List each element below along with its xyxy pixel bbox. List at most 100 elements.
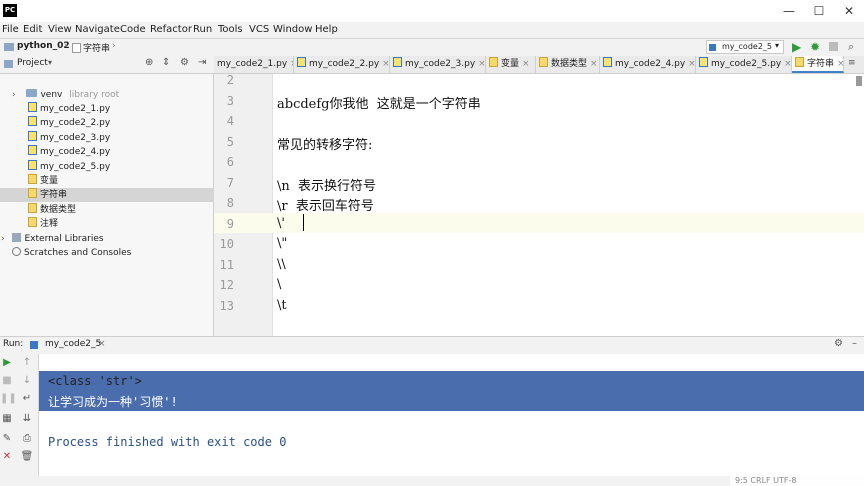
project-panel-title[interactable]: Project: [17, 58, 48, 68]
project-tree: › venv library root my_code2_1.py my_cod…: [0, 74, 241, 336]
menu-run[interactable]: Run: [193, 22, 212, 38]
tab-overflow-icon[interactable]: ≡: [848, 58, 856, 68]
tab-my-code2-2[interactable]: my_code2_2.py ×: [294, 56, 390, 73]
gear-icon[interactable]: ⚙: [180, 57, 189, 68]
tree-item-file[interactable]: 变量: [0, 174, 241, 188]
menu-file[interactable]: File: [2, 22, 19, 38]
chevron-right-icon: ›: [12, 90, 16, 100]
project-panel-header: Project ▾ ⊕ ⇕ ⚙ ⇥: [0, 56, 214, 74]
pause-icon[interactable]: ❚❚: [0, 392, 17, 406]
debug-icon[interactable]: ✹: [810, 40, 820, 54]
file-icon: [28, 174, 37, 184]
tree-item-file[interactable]: my_code2_5.py: [0, 160, 241, 174]
menu-vcs[interactable]: VCS: [249, 22, 269, 38]
gear-icon[interactable]: ⚙: [834, 338, 843, 349]
close-icon[interactable]: ×: [784, 59, 791, 69]
line-number: 7: [226, 176, 234, 190]
code-line[interactable]: 常见的转移字符:: [277, 134, 372, 153]
tree-item-file[interactable]: 注释: [0, 217, 241, 231]
menu-view[interactable]: View: [48, 22, 72, 38]
collapse-icon[interactable]: ⇕: [162, 57, 170, 68]
python-file-icon: [393, 57, 402, 67]
close-icon[interactable]: ×: [98, 339, 106, 349]
tab-my-code2-5[interactable]: my_code2_5.py ×: [696, 56, 792, 73]
arrow-up-icon[interactable]: ↑: [20, 356, 34, 370]
code-line[interactable]: \: [277, 277, 281, 292]
tree-item-file[interactable]: my_code2_3.py: [0, 131, 241, 145]
tab-my-code2-1[interactable]: my_code2_1.py×: [214, 56, 294, 73]
file-icon: [28, 188, 37, 198]
menu-window[interactable]: Window: [273, 22, 312, 38]
close-icon[interactable]: ×: [837, 59, 843, 69]
arrow-down-icon[interactable]: ↓: [20, 374, 34, 388]
code-line[interactable]: abcdefg你我他 这就是一个字符串: [277, 93, 481, 112]
close-icon[interactable]: ×: [522, 59, 530, 69]
close-icon[interactable]: ✕: [0, 450, 14, 464]
menu-help[interactable]: Help: [315, 22, 338, 38]
scroll-end-icon[interactable]: ⇊: [20, 412, 34, 426]
maximize-button[interactable]: ☐: [804, 2, 834, 20]
breadcrumb-file[interactable]: 字符串: [83, 41, 110, 54]
menu-code[interactable]: Code: [120, 22, 146, 38]
code-line[interactable]: \": [277, 236, 287, 251]
tab-strings[interactable]: 字符串 ×: [792, 56, 844, 73]
navigation-bar: python_02 › 字符串 › my_code2_5 ▾ ▶ ✹ ⌕: [0, 38, 864, 57]
breadcrumb-project[interactable]: python_02: [17, 41, 70, 51]
stop-icon[interactable]: [829, 42, 838, 51]
python-file-icon: [297, 57, 306, 67]
breadcrumb-separator-icon: ›: [64, 41, 68, 51]
tab-data-types[interactable]: 数据类型 ×: [536, 56, 600, 73]
tree-item-file-selected[interactable]: 字符串: [0, 188, 241, 202]
scrollbar-marker[interactable]: [856, 76, 862, 86]
tree-item-venv[interactable]: › venv library root: [0, 88, 213, 102]
close-icon[interactable]: ×: [590, 59, 598, 69]
menu-navigate[interactable]: Navigate: [75, 22, 120, 38]
code-line[interactable]: \': [277, 216, 285, 231]
search-icon[interactable]: ⌕: [848, 40, 854, 54]
run-tab-label[interactable]: my_code2_5: [45, 339, 101, 349]
tree-item-external-libraries[interactable]: › External Libraries: [0, 232, 213, 246]
tab-label: my_code2_5.py: [711, 59, 782, 69]
tree-item-file[interactable]: my_code2_2.py: [0, 116, 241, 130]
close-icon[interactable]: ×: [382, 59, 389, 69]
close-button[interactable]: ✕: [834, 2, 864, 20]
locate-icon[interactable]: ⊕: [145, 57, 153, 68]
tab-my-code2-3[interactable]: my_code2_3.py ×: [390, 56, 486, 73]
pin-icon[interactable]: ✎: [0, 432, 14, 446]
tree-item-label: my_code2_1.py: [40, 104, 111, 114]
rerun-icon[interactable]: ▶: [0, 356, 14, 370]
close-icon[interactable]: ×: [478, 59, 485, 69]
code-line[interactable]: \r 表示回车符号: [277, 195, 374, 214]
tree-item-label: venv: [40, 90, 63, 100]
chevron-down-icon[interactable]: ▾: [48, 58, 52, 67]
run-config-selector[interactable]: my_code2_5 ▾: [706, 40, 784, 54]
file-icon: [28, 217, 37, 227]
console-text: <class 'str'>: [48, 374, 142, 388]
tab-my-code2-4[interactable]: my_code2_4.py ×: [600, 56, 696, 73]
stop-icon[interactable]: ■: [0, 374, 14, 388]
tree-item-scratches[interactable]: Scratches and Consoles: [0, 246, 213, 260]
code-line[interactable]: \t: [277, 298, 287, 313]
tree-item-file[interactable]: 数据类型: [0, 203, 241, 217]
soft-wrap-icon[interactable]: ↵: [20, 392, 34, 406]
tree-item-file[interactable]: my_code2_1.py: [0, 102, 241, 116]
print-icon[interactable]: ⎙: [20, 432, 34, 446]
code-line[interactable]: \n 表示换行符号: [277, 175, 376, 194]
code-line[interactable]: \\: [277, 257, 286, 272]
editor-tab-bar: my_code2_1.py× my_code2_2.py× my_code2_3…: [214, 56, 864, 74]
run-icon[interactable]: ▶: [792, 40, 801, 54]
tree-item-label: my_code2_2.py: [40, 118, 111, 128]
tab-variables[interactable]: 变量 ×: [486, 56, 536, 73]
layout-icon[interactable]: ▦: [0, 412, 14, 426]
hide-icon[interactable]: –: [852, 338, 857, 349]
tree-item-label: External Libraries: [24, 234, 104, 244]
menu-edit[interactable]: Edit: [23, 22, 42, 38]
minimize-button[interactable]: —: [774, 2, 804, 20]
close-icon[interactable]: ×: [688, 59, 695, 69]
menu-tools[interactable]: Tools: [218, 22, 243, 38]
hide-icon[interactable]: ⇥: [198, 57, 206, 68]
menu-refactor[interactable]: Refactor: [150, 22, 192, 38]
trash-icon[interactable]: 🗑: [20, 450, 34, 464]
tree-item-file[interactable]: my_code2_4.py: [0, 145, 241, 159]
line-number: 9: [226, 217, 234, 231]
